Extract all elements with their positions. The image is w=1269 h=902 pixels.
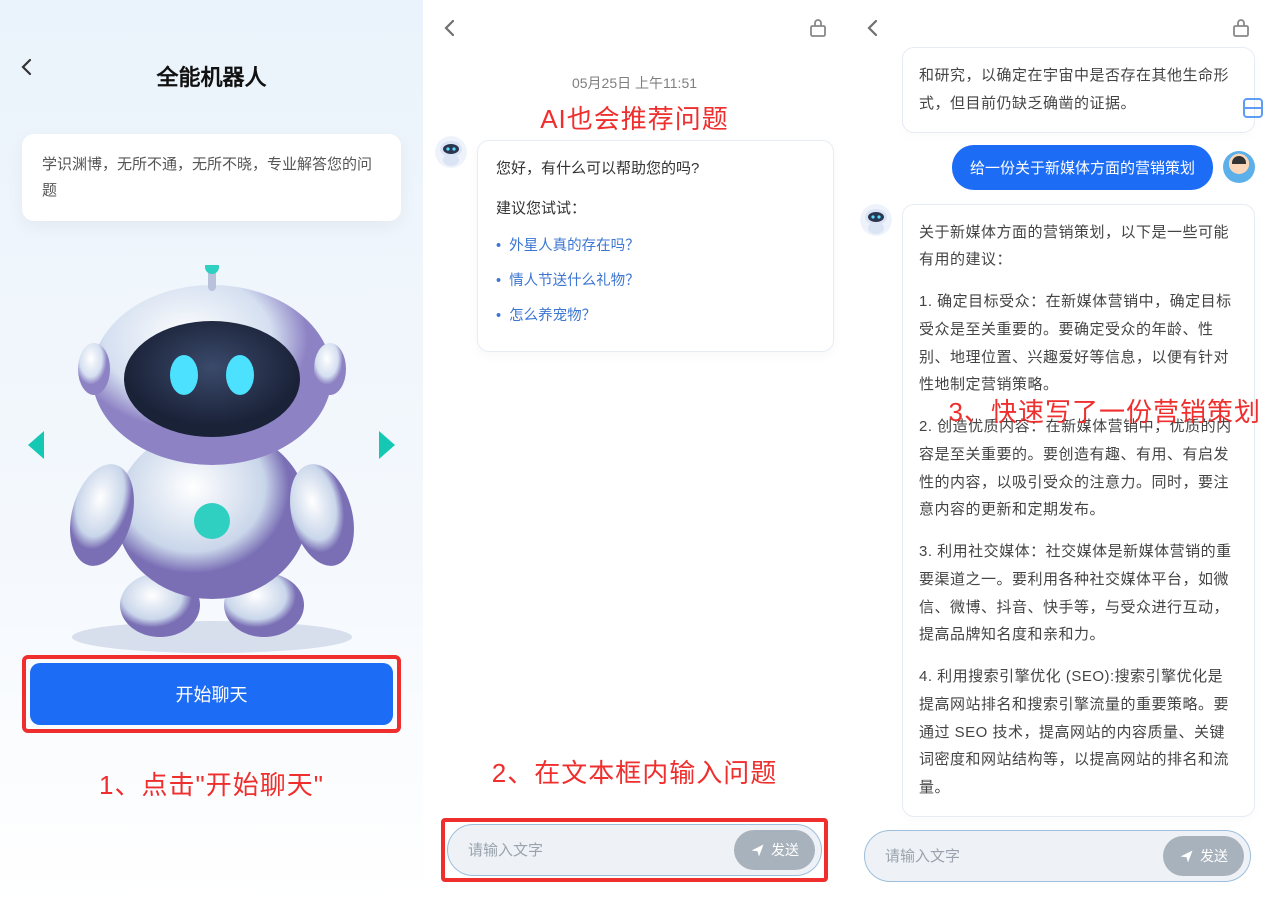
bot-avatar-icon: [435, 136, 467, 168]
panel-suggestions: 05月25日 上午11:51 AI也会推荐问题 您好，有什么可以帮助您的吗? 建…: [423, 0, 846, 902]
panel-conversation: 和研究，以确定在宇宙中是否存在其他生命形式，但目前仍缺乏确凿的证据。 给一份关于…: [846, 0, 1269, 902]
chat-timestamp: 05月25日 上午11:51: [423, 73, 846, 93]
bot-message-bubble: 和研究，以确定在宇宙中是否存在其他生命形式，但目前仍缺乏确凿的证据。: [902, 47, 1255, 133]
chat-scroll-area[interactable]: 和研究，以确定在宇宙中是否存在其他生命形式，但目前仍缺乏确凿的证据。 给一份关于…: [846, 43, 1269, 902]
user-avatar-icon: [1223, 151, 1255, 183]
header-action-icon[interactable]: [1231, 18, 1251, 43]
send-icon: [750, 843, 765, 858]
page-title: 全能机器人: [0, 60, 423, 92]
back-button[interactable]: [441, 19, 459, 42]
user-message-bubble: 给一份关于新媒体方面的营销策划: [952, 145, 1213, 190]
back-button[interactable]: [18, 58, 36, 81]
send-icon: [1179, 849, 1194, 864]
annotation-step-2: 2、在文本框内输入问题: [423, 753, 846, 790]
message-input[interactable]: [885, 848, 1163, 865]
bot-text: 关于新媒体方面的营销策划，以下是一些可能有用的建议：: [919, 219, 1238, 275]
bot-message-bubble: 关于新媒体方面的营销策划，以下是一些可能有用的建议： 1. 确定目标受众：在新媒…: [902, 204, 1255, 817]
bot-avatar-icon: [860, 204, 892, 236]
suggestion-item[interactable]: 情人节送什么礼物？: [496, 264, 815, 299]
panel-intro: 全能机器人 学识渊博，无所不通，无所不晓，专业解答您的问题: [0, 0, 423, 902]
bot-text: 和研究，以确定在宇宙中是否存在其他生命形式，但目前仍缺乏确凿的证据。: [919, 62, 1238, 118]
robot-illustration-area: [0, 245, 423, 645]
bot-text: 4. 利用搜索引擎优化 (SEO):搜索引擎优化是提高网站排名和搜索引擎流量的重…: [919, 663, 1238, 802]
message-input[interactable]: [468, 842, 734, 859]
send-button[interactable]: 发送: [734, 830, 815, 870]
send-label: 发送: [1200, 846, 1228, 866]
message-input-bar: 发送: [864, 830, 1251, 882]
input-highlight: 发送: [441, 818, 828, 882]
start-chat-highlight: 开始聊天: [22, 655, 401, 733]
suggestion-item[interactable]: 怎么养宠物？: [496, 299, 815, 334]
annotation-step-3: 3、快速写了一份营销策划: [949, 392, 1261, 429]
bot-message-bubble: 您好，有什么可以帮助您的吗? 建议您试试： 外星人真的存在吗？ 情人节送什么礼物…: [477, 140, 834, 352]
send-label: 发送: [771, 840, 799, 860]
robot-illustration: [42, 265, 382, 655]
send-button[interactable]: 发送: [1163, 836, 1244, 876]
suggestion-list: 外星人真的存在吗？ 情人节送什么礼物？ 怎么养宠物？: [496, 229, 815, 335]
bot-text: 2. 创造优质内容：在新媒体营销中，优质的内容是至关重要的。要创造有趣、有用、有…: [919, 413, 1238, 524]
scroll-indicator-icon: [1243, 98, 1263, 118]
suggestion-item[interactable]: 外星人真的存在吗？: [496, 229, 815, 264]
annotation-ai-suggest: AI也会推荐问题: [423, 99, 846, 136]
annotation-step-1: 1、点击"开始聊天": [0, 765, 423, 802]
suggestion-hint: 建议您试试：: [496, 197, 815, 221]
header-action-icon[interactable]: [808, 18, 828, 43]
intro-card: 学识渊博，无所不通，无所不晓，专业解答您的问题: [22, 134, 401, 221]
bot-text: 1. 确定目标受众：在新媒体营销中，确定目标受众是至关重要的。要确定受众的年龄、…: [919, 288, 1238, 399]
back-button[interactable]: [864, 19, 882, 42]
bot-greeting: 您好，有什么可以帮助您的吗?: [496, 157, 815, 181]
bot-text: 3. 利用社交媒体：社交媒体是新媒体营销的重要渠道之一。要利用各种社交媒体平台，…: [919, 538, 1238, 649]
start-chat-button[interactable]: 开始聊天: [30, 663, 393, 725]
message-input-bar: 发送: [447, 824, 822, 876]
